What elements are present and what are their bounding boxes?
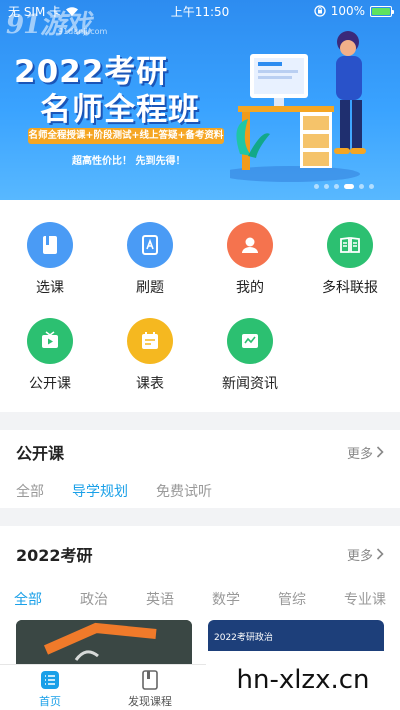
grid-label: 课表 bbox=[136, 376, 164, 392]
tab-management[interactable]: 管综 bbox=[278, 589, 306, 609]
app-screen: 91游戏 91danji.com 2022考研 名师全程班 名师全程授课+阶段测… bbox=[0, 0, 400, 710]
grid-item-public-class[interactable]: 公开课 bbox=[0, 318, 100, 393]
nav-discover-courses[interactable]: 发现课程 bbox=[100, 665, 200, 710]
banner-dot[interactable] bbox=[359, 184, 364, 189]
kaoyan-tabs: 全部 政治 英语 数学 管综 专业课 bbox=[0, 582, 400, 616]
book-icon bbox=[27, 222, 73, 268]
more-link[interactable]: 更多 bbox=[347, 545, 384, 564]
banner-dot[interactable] bbox=[314, 184, 319, 189]
schedule-icon bbox=[127, 318, 173, 364]
course-card-thumbnail[interactable] bbox=[16, 620, 192, 664]
nav-label: 发现课程 bbox=[128, 695, 172, 708]
banner-slogan: 超高性价比！ 先到先得！ bbox=[72, 156, 186, 167]
section-title: 2022考研 bbox=[16, 546, 93, 565]
chalkboard-image bbox=[16, 620, 192, 664]
grid-label: 选课 bbox=[36, 280, 64, 296]
banner-dot-active[interactable] bbox=[344, 184, 354, 189]
tab-all[interactable]: 全部 bbox=[14, 589, 42, 609]
battery-icon bbox=[370, 5, 394, 17]
grid-item-select-course[interactable]: 选课 bbox=[0, 222, 100, 297]
chevron-right-icon bbox=[376, 446, 384, 458]
grid-label: 我的 bbox=[236, 280, 264, 296]
grid-item-practice[interactable]: 刷题 bbox=[100, 222, 200, 297]
more-label: 更多 bbox=[346, 548, 373, 564]
tab-politics[interactable]: 政治 bbox=[80, 589, 108, 609]
grid-item-schedule[interactable]: 课表 bbox=[100, 318, 200, 393]
open-book-icon bbox=[327, 222, 373, 268]
status-bar: 无 SIM 卡 上午11:50 100% bbox=[0, 0, 400, 22]
tab-study-planning[interactable]: 导学规划 bbox=[72, 481, 128, 501]
clock: 上午11:50 bbox=[170, 4, 230, 19]
course-card-caption: 2022考研政治 bbox=[214, 633, 273, 643]
exercise-book-icon bbox=[127, 222, 173, 268]
promo-banner[interactable]: 91游戏 91danji.com 2022考研 名师全程班 名师全程授课+阶段测… bbox=[0, 0, 400, 200]
news-icon bbox=[227, 318, 273, 364]
public-class-section: 公开课 更多 全部 导学规划 免费试听 bbox=[0, 430, 400, 508]
banner-dot[interactable] bbox=[324, 184, 329, 189]
user-icon bbox=[227, 222, 273, 268]
banner-pagination[interactable] bbox=[314, 184, 374, 189]
home-list-icon bbox=[40, 670, 60, 690]
site-domain-watermark: hn-xlzx.cn bbox=[206, 651, 400, 710]
banner-dot[interactable] bbox=[334, 184, 339, 189]
banner-tagline: 名师全程授课+阶段测试+线上答疑+备考资料 bbox=[28, 128, 224, 144]
grid-item-news[interactable]: 新闻资讯 bbox=[200, 318, 300, 393]
grid-label: 公开课 bbox=[29, 376, 71, 392]
grid-label: 多科联报 bbox=[322, 280, 378, 296]
grid-label: 新闻资讯 bbox=[222, 376, 278, 392]
banner-title-line2: 名师全程班 bbox=[40, 92, 200, 128]
grid-label: 刷题 bbox=[136, 280, 164, 296]
grid-item-multi-subject[interactable]: 多科联报 bbox=[300, 222, 400, 297]
study-desk-illustration bbox=[230, 31, 366, 182]
feature-grid: 选课 刷题 我的 多科联报 公开课 课表 新闻资讯 bbox=[0, 200, 400, 412]
tab-free-trial[interactable]: 免费试听 bbox=[156, 481, 212, 501]
nav-home[interactable]: 首页 bbox=[0, 665, 100, 710]
battery-level bbox=[372, 7, 390, 15]
chevron-right-icon bbox=[376, 548, 384, 560]
site-watermark-url: 91danji.com bbox=[58, 27, 108, 36]
tab-math[interactable]: 数学 bbox=[212, 589, 240, 609]
tv-play-icon bbox=[27, 318, 73, 364]
grid-item-mine[interactable]: 我的 bbox=[200, 222, 300, 297]
banner-dot[interactable] bbox=[369, 184, 374, 189]
more-link[interactable]: 更多 bbox=[347, 443, 384, 462]
discover-icon bbox=[140, 670, 160, 690]
tab-english[interactable]: 英语 bbox=[146, 589, 174, 609]
tab-major[interactable]: 专业课 bbox=[344, 589, 386, 609]
more-label: 更多 bbox=[346, 446, 373, 462]
nav-label: 首页 bbox=[39, 695, 61, 708]
section-title: 公开课 bbox=[16, 444, 65, 463]
tab-all[interactable]: 全部 bbox=[16, 481, 44, 501]
public-class-tabs: 全部 导学规划 免费试听 bbox=[0, 474, 400, 508]
